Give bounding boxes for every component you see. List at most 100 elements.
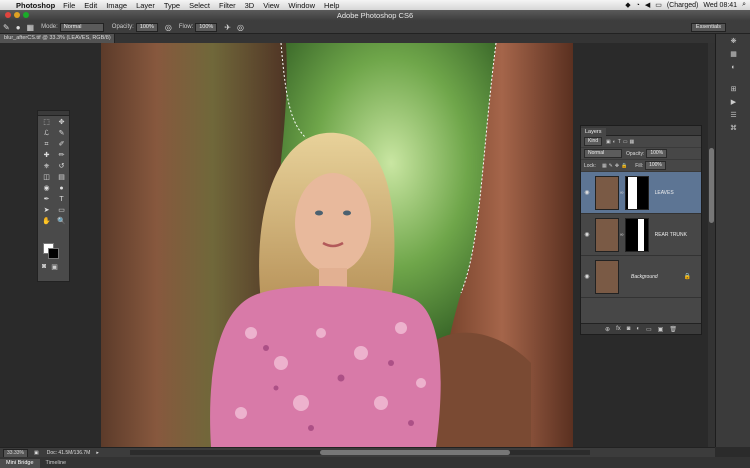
menu-select[interactable]: Select [189,1,210,10]
layer-name[interactable]: Background [631,274,658,280]
add-mask-icon[interactable]: ◙ [627,326,631,332]
move-tool-icon[interactable]: ✥ [55,118,68,128]
adjustments-panel-icon[interactable]: ◐ [725,63,743,73]
brush-tool-icon[interactable]: ✏ [55,151,68,161]
paths-panel-icon[interactable]: ⌘ [725,124,743,134]
blend-mode-select[interactable]: Normal [584,149,622,158]
hand-tool-icon[interactable]: ✋ [40,217,53,227]
zoom-window-button[interactable] [23,12,29,18]
blur-tool-icon[interactable]: ◉ [40,184,53,194]
doc-size[interactable]: Doc: 41.5M/136.7M [47,450,91,456]
adjustment-layer-icon[interactable]: ◐ [636,326,640,332]
menu-layer[interactable]: Layer [136,1,155,10]
menu-3d[interactable]: 3D [245,1,255,10]
eraser-tool-icon[interactable]: ◫ [40,173,53,183]
quick-mask-icon[interactable]: ◙ [42,263,46,271]
delete-layer-icon[interactable]: 🗑 [669,326,677,333]
shape-tool-icon[interactable]: ▭ [55,206,68,216]
lock-icons[interactable]: ▦✎✥🔒 [602,163,629,169]
battery-icon[interactable]: ▭ [655,1,662,9]
layer-row-rear-trunk[interactable]: ◉ ∞ REAR TRUNK [581,214,701,256]
vertical-scrollbar[interactable] [708,43,715,447]
pressure-size-icon[interactable]: ◎ [237,23,244,32]
swatches-panel-icon[interactable]: ▦ [725,50,743,60]
background-color-swatch[interactable] [48,248,59,259]
workspace-select[interactable]: Essentials [690,23,726,32]
dodge-tool-icon[interactable]: ● [55,184,68,194]
document-tab[interactable]: blur_afterCS.tif @ 33.3% (LEAVES, RGB/8)… [0,34,115,50]
quick-select-tool-icon[interactable]: ✎ [55,129,68,139]
history-panel-icon[interactable]: ⊞ [725,85,743,95]
pen-tool-icon[interactable]: ✒ [40,195,53,205]
pressure-opacity-icon[interactable]: ◎ [165,23,172,32]
layer-mask-thumbnail[interactable] [624,217,649,252]
path-select-tool-icon[interactable]: ➤ [40,206,53,216]
menu-file[interactable]: File [63,1,75,10]
app-menu[interactable]: Photoshop [16,1,55,10]
layer-row-background[interactable]: ◉ Background 🔒 [581,256,701,298]
layer-row-leaves[interactable]: ◉ ∞ LEAVES [581,172,701,214]
history-brush-tool-icon[interactable]: ↺ [55,162,68,172]
window-titlebar: Adobe Photoshop CS6 [0,10,750,21]
layer-mask-thumbnail[interactable] [624,175,649,210]
document-canvas[interactable] [101,43,573,447]
close-window-button[interactable] [5,12,11,18]
opacity-field[interactable]: 100% [135,22,158,32]
tab-mini-bridge[interactable]: Mini Bridge [0,459,40,468]
marquee-tool-icon[interactable]: ⬚ [40,118,53,128]
status-icon[interactable]: ▣ [34,450,39,456]
menu-image[interactable]: Image [106,1,127,10]
spotlight-icon[interactable]: ⌕ [742,1,746,9]
lasso-tool-icon[interactable]: ℒ [40,129,53,139]
clone-stamp-tool-icon[interactable]: ⎈ [40,162,53,172]
menu-filter[interactable]: Filter [219,1,236,10]
brush-tool-icon[interactable]: ✎ [3,23,10,32]
properties-panel-icon[interactable]: ☰ [725,111,743,121]
fx-icon[interactable]: fx [616,326,621,332]
spot-heal-tool-icon[interactable]: ✚ [40,151,53,161]
eyedropper-tool-icon[interactable]: ✐ [55,140,68,150]
brush-panel-icon[interactable]: ▦ [27,23,35,32]
filter-icons[interactable]: ▣◐T▭▦ [606,139,636,145]
tab-timeline[interactable]: Timeline [40,459,73,468]
gradient-tool-icon[interactable]: ▤ [55,173,68,183]
screen-mode-icon[interactable]: ▣ [51,263,58,271]
horizontal-scroll-thumb[interactable] [320,450,510,455]
airbrush-icon[interactable]: ✈ [224,23,231,32]
menu-edit[interactable]: Edit [84,1,97,10]
layer-name[interactable]: REAR TRUNK [655,232,687,238]
layer-name[interactable]: LEAVES [655,190,674,196]
crop-tool-icon[interactable]: ⌗ [40,140,53,150]
menu-window[interactable]: Window [288,1,315,10]
link-icon[interactable]: ∞ [620,190,624,196]
visibility-eye-icon[interactable]: ◉ [581,231,593,238]
horizontal-scrollbar[interactable] [130,450,590,455]
group-icon[interactable]: ▭ [646,326,652,333]
menu-help[interactable]: Help [324,1,339,10]
visibility-eye-icon[interactable]: ◉ [581,189,593,196]
vertical-scroll-thumb[interactable] [709,148,714,223]
wifi-icon[interactable]: ◔ [636,2,640,9]
layer-opacity-field[interactable]: 100% [646,149,668,158]
layer-fill-field[interactable]: 100% [645,161,666,170]
link-icon[interactable]: ∞ [620,232,624,238]
minimize-window-button[interactable] [14,12,20,18]
status-arrow-icon[interactable]: ▸ [96,450,99,456]
actions-panel-icon[interactable]: ▶ [725,98,743,108]
new-layer-icon[interactable]: ▣ [658,326,664,333]
menu-view[interactable]: View [263,1,279,10]
type-tool-icon[interactable]: T [55,195,68,205]
zoom-tool-icon[interactable]: 🔍 [55,217,68,227]
link-layers-icon[interactable]: ⊕ [605,326,610,333]
menubar-status: ◆ ◔ ◀ ▭ (Charged) Wed 08:41 ⌕ [625,0,746,10]
mode-select[interactable]: Normal [59,22,104,32]
clock[interactable]: Wed 08:41 [703,2,737,9]
volume-icon[interactable]: ◀ [645,1,650,9]
flow-field[interactable]: 100% [195,22,218,32]
color-panel-icon[interactable]: ❋ [725,37,743,47]
dropbox-icon[interactable]: ◆ [625,1,630,9]
layer-filter-kind[interactable]: Kind [584,137,603,146]
menu-type[interactable]: Type [164,1,180,10]
brush-preset-icon[interactable]: ● [16,23,21,32]
visibility-eye-icon[interactable]: ◉ [581,273,593,280]
